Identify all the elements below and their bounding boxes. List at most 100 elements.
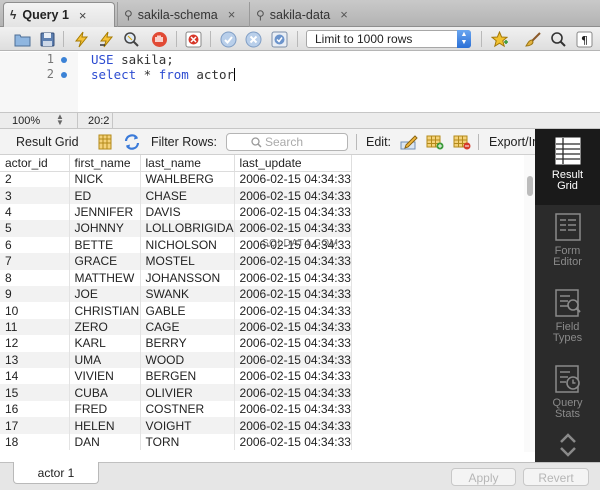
table-cell[interactable]: 13 <box>0 351 70 369</box>
table-cell[interactable]: NICK <box>69 171 141 188</box>
table-cell[interactable]: CHASE <box>140 187 235 204</box>
table-cell[interactable]: MATTHEW <box>69 269 141 286</box>
table-cell[interactable]: GABLE <box>140 302 235 319</box>
field-types-view-button[interactable]: Field Types <box>535 281 600 357</box>
table-row[interactable]: 2 NICK WAHLBERG 2006-02-15 04:34:33 <box>0 171 352 188</box>
table-cell[interactable]: 12 <box>0 335 70 352</box>
table-cell[interactable]: 2006-02-15 04:34:33 <box>234 318 352 336</box>
table-cell[interactable]: DAVIS <box>140 203 235 221</box>
table-cell[interactable]: BERGEN <box>140 368 235 385</box>
apply-button[interactable]: Apply <box>451 468 516 486</box>
table-cell[interactable]: HELEN <box>69 417 141 434</box>
table-cell[interactable]: OLIVIER <box>140 384 235 401</box>
revert-button[interactable]: Revert <box>523 468 589 486</box>
tab-sakila-data[interactable]: ⚲ sakila-data × <box>249 2 365 27</box>
table-cell[interactable]: 2006-02-15 04:34:33 <box>234 203 352 221</box>
table-cell[interactable]: 16 <box>0 400 70 418</box>
invisible-chars-icon[interactable]: ¶ <box>575 30 593 48</box>
delete-row-icon[interactable] <box>453 133 471 151</box>
table-cell[interactable]: COSTNER <box>140 400 235 418</box>
column-header[interactable]: first_name <box>69 155 141 172</box>
more-views-button[interactable] <box>535 423 600 459</box>
table-cell[interactable]: 10 <box>0 302 70 319</box>
find-icon[interactable] <box>549 30 567 48</box>
table-cell[interactable]: CAGE <box>140 318 235 336</box>
table-cell[interactable]: 18 <box>0 433 70 451</box>
table-row[interactable]: 17 HELEN VOIGHT 2006-02-15 04:34:33 <box>0 417 352 434</box>
query-stats-view-button[interactable]: Query Stats <box>535 357 600 433</box>
table-row[interactable]: 18 DAN TORN 2006-02-15 04:34:33 <box>0 433 352 451</box>
table-row[interactable]: 9 JOE SWANK 2006-02-15 04:34:33 <box>0 285 352 303</box>
error-stop-icon[interactable] <box>184 30 202 48</box>
execute-icon[interactable] <box>72 30 90 48</box>
grid-layout-icon[interactable] <box>96 133 114 151</box>
table-cell[interactable]: JENNIFER <box>69 203 141 221</box>
grid-vertical-scrollbar[interactable] <box>524 155 535 452</box>
table-cell[interactable]: TORN <box>140 433 235 451</box>
table-cell[interactable]: 17 <box>0 417 70 434</box>
table-cell[interactable]: 2006-02-15 04:34:33 <box>234 368 352 385</box>
table-cell[interactable]: 8 <box>0 269 70 286</box>
table-cell[interactable]: JOHANSSON <box>140 269 235 286</box>
table-cell[interactable]: VIVIEN <box>69 368 141 385</box>
table-row[interactable]: 4 JENNIFER DAVIS 2006-02-15 04:34:33 <box>0 203 352 221</box>
table-cell[interactable]: 2006-02-15 04:34:33 <box>234 269 352 286</box>
table-cell[interactable]: FRED <box>69 400 141 418</box>
scrollbar-thumb[interactable] <box>527 176 533 196</box>
table-cell[interactable]: BERRY <box>140 335 235 352</box>
table-cell[interactable]: 2006-02-15 04:34:33 <box>234 285 352 303</box>
column-header[interactable]: last_name <box>140 155 235 172</box>
table-cell[interactable]: 2006-02-15 04:34:33 <box>234 433 352 451</box>
table-cell[interactable]: KARL <box>69 335 141 352</box>
table-cell[interactable]: MOSTEL <box>140 253 235 270</box>
table-cell[interactable]: 2006-02-15 04:34:33 <box>234 400 352 418</box>
table-row[interactable]: 3 ED CHASE 2006-02-15 04:34:33 <box>0 187 352 204</box>
table-cell[interactable]: 2006-02-15 04:34:33 <box>234 187 352 204</box>
table-cell[interactable]: 2006-02-15 04:34:33 <box>234 253 352 270</box>
table-row[interactable]: 15 CUBA OLIVIER 2006-02-15 04:34:33 <box>0 384 352 401</box>
table-cell[interactable]: 7 <box>0 253 70 270</box>
close-icon[interactable]: × <box>79 8 87 23</box>
table-cell[interactable]: 2006-02-15 04:34:33 <box>234 171 352 188</box>
table-cell[interactable]: WOOD <box>140 351 235 369</box>
commit-icon[interactable] <box>219 30 237 48</box>
chevron-updown-icon[interactable]: ▲ ▼ <box>56 113 64 127</box>
tab-query-1[interactable]: ϟ Query 1 × <box>3 2 115 27</box>
table-cell[interactable]: GRACE <box>69 253 141 270</box>
column-header[interactable]: actor_id <box>0 155 70 172</box>
table-row[interactable]: 12 KARL BERRY 2006-02-15 04:34:33 <box>0 335 352 352</box>
table-cell[interactable]: 2006-02-15 04:34:33 <box>234 302 352 319</box>
table-cell[interactable]: 2006-02-15 04:34:33 <box>234 417 352 434</box>
result-grid-view-button[interactable]: Result Grid <box>535 129 600 205</box>
autocommit-icon[interactable] <box>270 30 288 48</box>
brush-icon[interactable] <box>524 30 542 48</box>
table-cell[interactable]: 2 <box>0 171 70 188</box>
table-row[interactable]: 8 MATTHEW JOHANSSON 2006-02-15 04:34:33 <box>0 269 352 286</box>
result-grid[interactable]: actor_id first_name last_name last_updat… <box>0 155 524 452</box>
table-row[interactable]: 11 ZERO CAGE 2006-02-15 04:34:33 <box>0 318 352 336</box>
table-cell[interactable]: JOE <box>69 285 141 303</box>
table-cell[interactable]: 15 <box>0 384 70 401</box>
save-icon[interactable] <box>38 30 56 48</box>
table-cell[interactable]: CHRISTIAN <box>69 302 141 319</box>
table-cell[interactable]: 6 <box>0 236 70 254</box>
table-cell[interactable]: JOHNNY <box>69 220 141 237</box>
table-cell[interactable]: SWANK <box>140 285 235 303</box>
table-cell[interactable]: 11 <box>0 318 70 336</box>
form-editor-view-button[interactable]: Form Editor <box>535 205 600 281</box>
table-cell[interactable]: DAN <box>69 433 141 451</box>
refresh-icon[interactable] <box>123 133 141 151</box>
filter-rows-search-input[interactable]: Search <box>226 133 348 151</box>
table-cell[interactable]: LOLLOBRIGIDA <box>140 220 235 237</box>
limit-rows-select[interactable]: Limit to 1000 rows ▲ ▼ <box>306 30 471 48</box>
zoom-level[interactable]: 100% <box>12 115 40 127</box>
add-row-icon[interactable] <box>426 133 444 151</box>
table-cell[interactable]: 14 <box>0 368 70 385</box>
table-cell[interactable]: WAHLBERG <box>140 171 235 188</box>
table-cell[interactable]: CUBA <box>69 384 141 401</box>
close-icon[interactable]: × <box>340 7 348 22</box>
table-cell[interactable]: NICHOLSON <box>140 236 235 254</box>
stop-icon[interactable] <box>150 30 168 48</box>
table-row[interactable]: 13 UMA WOOD 2006-02-15 04:34:33 <box>0 351 352 369</box>
open-folder-icon[interactable] <box>13 30 31 48</box>
